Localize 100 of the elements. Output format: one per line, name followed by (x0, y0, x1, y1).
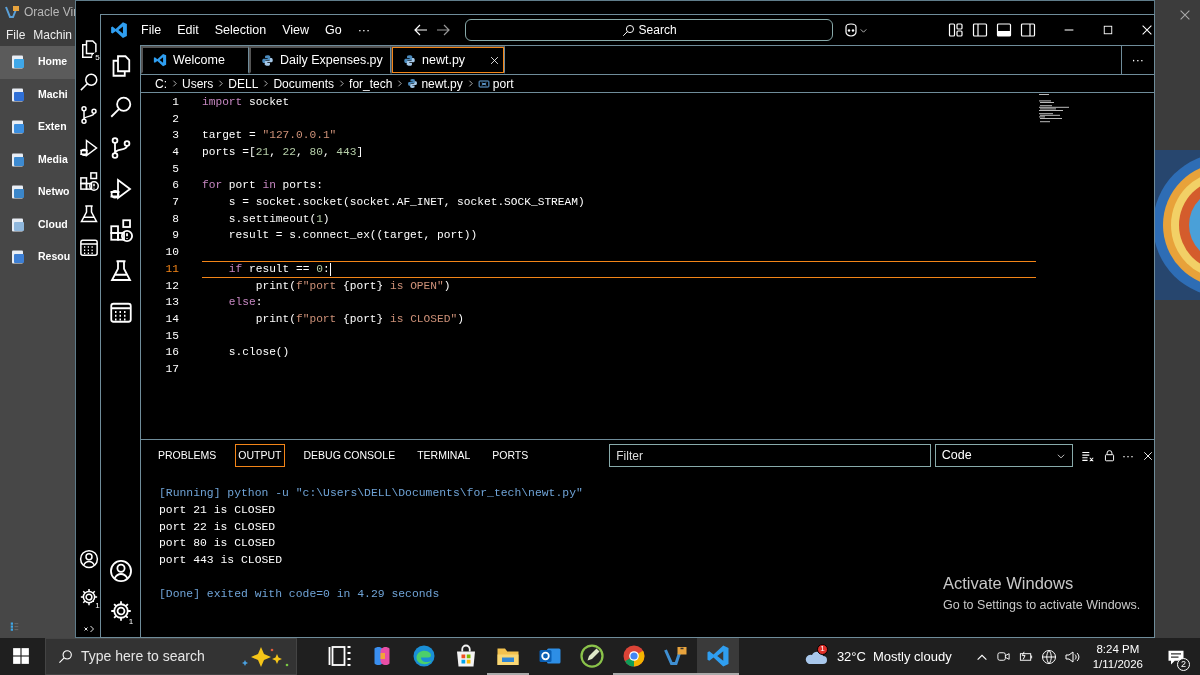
chevron-right-icon (170, 79, 179, 88)
sidebar-item[interactable]: Cloud (0, 208, 75, 241)
menu-item[interactable]: Machin (33, 26, 73, 44)
battery-icon[interactable] (1017, 649, 1034, 664)
settings-icon[interactable] (108, 599, 133, 623)
code-line: s = socket.socket(socket.AF_INET, socket.SOCK_STREAM) (227, 195, 586, 211)
output-line: [Running] python -u "c:\Users\DELL\Documents\for_tech\newt.py" (159, 486, 584, 501)
menu-item[interactable]: Go (317, 20, 350, 40)
menu-item[interactable]: File (6, 26, 26, 44)
panel-tab[interactable]: OUTPUT (235, 443, 285, 468)
calendar-icon[interactable] (108, 300, 133, 324)
layout-icon[interactable] (948, 22, 964, 38)
editor-tab[interactable]: newt.py (391, 46, 506, 74)
line-number: 17 (164, 361, 179, 377)
panel-tab[interactable]: TERMINAL (414, 443, 474, 468)
sidebar-item[interactable]: Netwo (0, 176, 75, 209)
shopping-bag-icon (454, 643, 478, 668)
close-icon[interactable] (489, 54, 501, 66)
breadcrumb-item[interactable]: Users (182, 74, 214, 93)
weather-condition[interactable]: Mostly cloudy (872, 646, 952, 667)
menu-item[interactable]: Selection (206, 20, 275, 40)
breadcrumb-item[interactable]: Documents (273, 74, 335, 93)
breadcrumb-item[interactable]: for_tech (349, 74, 393, 93)
sidebar-toggle-icon[interactable] (972, 22, 988, 38)
panel-toggle-icon[interactable] (996, 22, 1012, 38)
sidebar-item[interactable]: Exten (0, 111, 75, 144)
flask-icon[interactable] (108, 259, 133, 283)
remote-icon[interactable] (83, 623, 95, 635)
python-icon (403, 53, 416, 67)
sidebar-item[interactable]: Machi (0, 78, 75, 111)
breadcrumb-item[interactable]: DELL (228, 74, 259, 93)
maximize-icon[interactable] (1102, 24, 1114, 36)
flask-icon[interactable] (79, 204, 99, 224)
files-icon[interactable] (79, 39, 99, 59)
menu-item[interactable]: Edit (169, 20, 207, 40)
run-debug-icon[interactable] (79, 138, 99, 158)
line-number: 2 (171, 111, 179, 127)
panel-tab[interactable]: DEBUG CONSOLE (300, 443, 399, 468)
sidebar-toggle-icon[interactable] (1020, 22, 1036, 38)
close-icon[interactable] (1142, 449, 1154, 462)
sidebar-item[interactable]: Home (0, 46, 75, 79)
forward-arrow-icon[interactable] (435, 22, 452, 38)
breadcrumb-item[interactable]: port (492, 74, 514, 93)
line-number: 3 (171, 128, 179, 144)
tool-icon (10, 184, 26, 201)
taskbar-search[interactable]: Type here to search (45, 638, 297, 675)
close-icon[interactable] (1140, 23, 1154, 37)
line-number: 14 (164, 311, 179, 327)
account-icon[interactable] (79, 549, 99, 569)
output-line: [Done] exited with code=0 in 4.29 seconds (159, 586, 441, 602)
sidebar-item[interactable]: Media (0, 143, 75, 176)
windows-logo-icon (12, 646, 30, 665)
chat-bot-icon[interactable] (843, 22, 859, 38)
globe-icon[interactable] (1040, 648, 1057, 665)
extensions-icon[interactable] (79, 171, 99, 191)
line-number: 5 (171, 161, 179, 177)
python-icon (407, 78, 419, 89)
browser-icon (412, 643, 436, 668)
more-actions[interactable]: ··· (1121, 46, 1154, 74)
run-debug-icon[interactable] (108, 177, 133, 201)
python-icon (261, 53, 274, 67)
more-actions[interactable]: ··· (1122, 446, 1134, 465)
panel-tab[interactable]: PROBLEMS (155, 443, 220, 468)
line-number: 16 (164, 345, 179, 361)
clock-date[interactable]: 1/11/2026 (1092, 656, 1143, 672)
line-number: 13 (164, 295, 179, 311)
settings-icon[interactable] (79, 587, 99, 607)
sidebar-item[interactable]: Resou (0, 241, 75, 274)
chevron-right-icon (337, 79, 347, 88)
branch-icon[interactable] (79, 105, 99, 125)
filter-field[interactable]: Filter (609, 444, 931, 467)
search-icon[interactable] (108, 95, 133, 119)
code-line: for port in ports: (202, 178, 324, 194)
menu-item[interactable]: File (133, 20, 170, 40)
breadcrumb-item[interactable]: C: (155, 74, 167, 93)
line-number: 12 (164, 278, 179, 294)
speaker-icon[interactable] (1063, 648, 1080, 665)
menu-item[interactable]: View (274, 20, 317, 40)
code-line: ports =[21, 22, 80, 443] (202, 145, 365, 160)
activation-title: Activate Windows (943, 573, 1075, 594)
output-line: port 443 is CLOSED (159, 553, 284, 569)
camera-icon[interactable] (995, 649, 1011, 664)
menu-item[interactable]: ··· (349, 20, 379, 40)
search-icon[interactable] (79, 72, 99, 92)
clock-time[interactable]: 8:24 PM (1092, 641, 1143, 657)
lock-icon[interactable] (1103, 449, 1116, 462)
task-view-icon (328, 643, 352, 668)
search-input[interactable]: Type here to search (81, 646, 231, 667)
calendar-icon[interactable] (79, 237, 99, 257)
editor-tab[interactable]: Daily Expenses.py (249, 46, 391, 74)
temperature[interactable]: 32°C (836, 646, 866, 667)
panel-tab[interactable]: PORTS (489, 443, 532, 468)
back-arrow-icon[interactable] (413, 22, 430, 38)
channel-dropdown[interactable]: Code (934, 444, 1073, 467)
search-box[interactable]: Search (465, 19, 833, 41)
extensions-icon[interactable] (108, 218, 133, 242)
account-icon[interactable] (108, 559, 133, 583)
breadcrumb-item[interactable]: newt.py (421, 74, 463, 93)
search-icon (621, 23, 635, 37)
editor-tab[interactable]: Welcome (141, 46, 249, 74)
